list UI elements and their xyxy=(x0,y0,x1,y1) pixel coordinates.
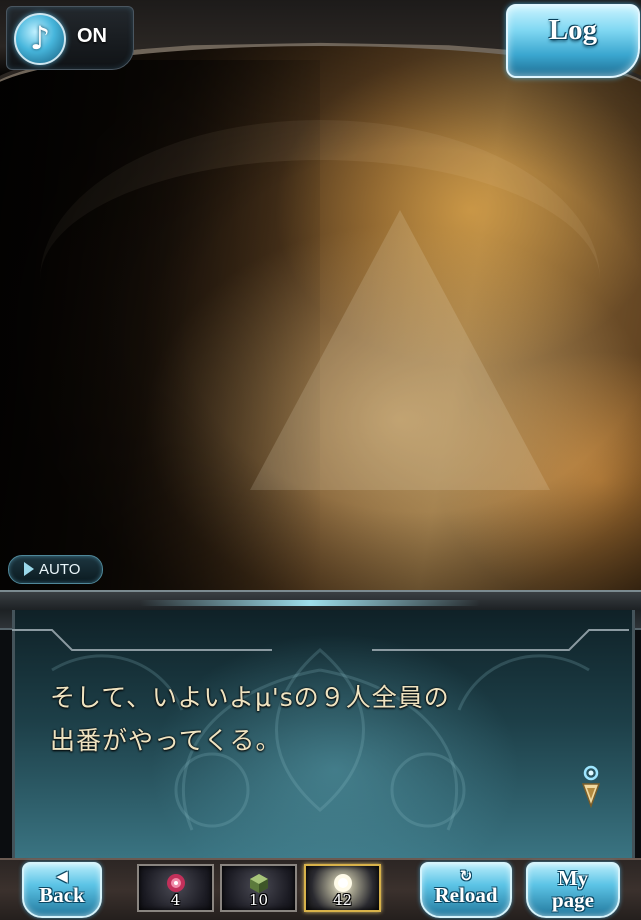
music-note-icon: ♪ xyxy=(14,13,66,65)
back-arrow-icon: ◀ xyxy=(56,867,68,885)
next-page-indicator-icon[interactable] xyxy=(578,764,604,810)
sound-state-label: ON xyxy=(77,25,107,47)
auto-label: AUTO xyxy=(39,561,81,578)
dialogue-line: 出番がやってくる。 xyxy=(50,726,282,755)
my-page-button[interactable]: My page xyxy=(526,862,620,918)
story-scene-background[interactable] xyxy=(0,0,641,600)
my-page-label-line1: My xyxy=(557,866,589,890)
dialogue-line: そして、いよいよμ'sの９人全員の xyxy=(50,683,450,712)
reload-button-label: Reload xyxy=(434,883,498,907)
dialogue-text: そして、いよいよμ'sの９人全員の 出番がやってくる。 xyxy=(50,676,570,762)
reload-button[interactable]: ↻ Reload xyxy=(420,862,512,918)
log-button[interactable]: Log xyxy=(506,4,640,78)
dialogue-frame-glow xyxy=(140,600,480,606)
auto-play-button[interactable]: AUTO xyxy=(8,555,103,584)
back-button[interactable]: ◀ Back xyxy=(22,862,102,918)
sound-toggle-button[interactable]: ♪ ON xyxy=(6,6,134,70)
reload-icon: ↻ xyxy=(459,867,473,885)
item-count: 10 xyxy=(248,891,269,909)
back-button-label: Back xyxy=(39,883,85,907)
item-count: 42 xyxy=(332,891,353,909)
play-triangle-icon xyxy=(24,562,34,576)
log-button-label: Log xyxy=(548,14,598,46)
my-page-label-line2: page xyxy=(552,888,594,912)
item-count: 4 xyxy=(170,891,181,909)
item-slot[interactable]: 10 xyxy=(220,864,297,912)
item-slot[interactable]: 42 xyxy=(304,864,381,912)
item-slot[interactable]: 4 xyxy=(137,864,214,912)
